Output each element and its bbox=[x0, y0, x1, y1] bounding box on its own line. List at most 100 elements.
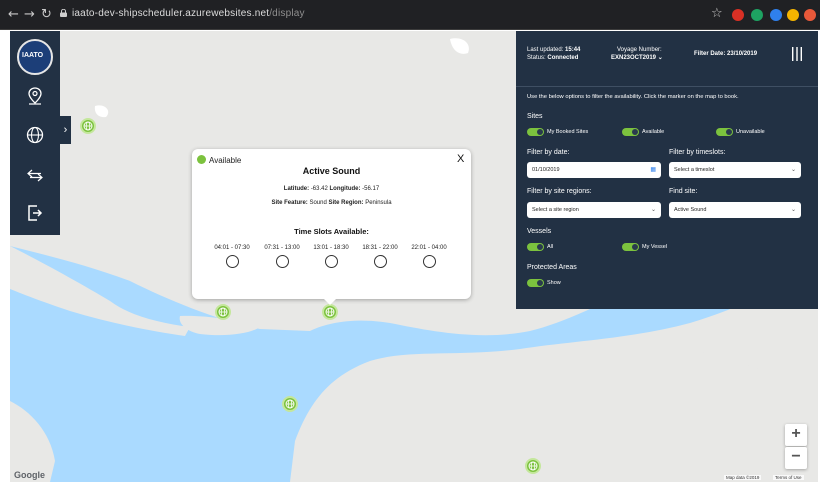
location-pin-icon[interactable] bbox=[24, 85, 46, 107]
site-marker[interactable] bbox=[80, 118, 96, 134]
url-host: iaato-dev-shipscheduler.azurewebsites.ne… bbox=[72, 8, 270, 19]
profile-avatar-icon[interactable] bbox=[787, 9, 799, 21]
coordinates-line: Latitude: -63.42 Longitude: -56.17 bbox=[192, 186, 471, 192]
zoom-out-button[interactable]: − bbox=[785, 447, 807, 469]
status-text: Available bbox=[209, 156, 242, 165]
all-vessels-label: All bbox=[547, 244, 554, 250]
extension-icon-orange[interactable] bbox=[804, 9, 816, 21]
timeslot-placeholder: Select a timeslot bbox=[674, 167, 715, 173]
address-bar[interactable]: iaato-dev-shipscheduler.azurewebsites.ne… bbox=[72, 8, 305, 19]
region-placeholder: Select a site region bbox=[532, 207, 579, 213]
forward-icon[interactable]: → bbox=[24, 7, 35, 23]
protected-areas-label: Show bbox=[547, 280, 561, 286]
unavailable-toggle[interactable] bbox=[716, 128, 733, 136]
extension-icon-red[interactable] bbox=[732, 9, 744, 21]
feature-line: Site Feature: Sound Site Region: Peninsu… bbox=[192, 200, 471, 206]
feature-label: Site Feature: bbox=[271, 200, 308, 206]
time-slot-label: 18:31 - 22:00 bbox=[362, 245, 398, 251]
my-booked-sites-toggle[interactable] bbox=[527, 128, 544, 136]
reload-icon[interactable]: ↻ bbox=[41, 7, 52, 23]
close-popup-button[interactable]: X bbox=[457, 153, 464, 165]
collapse-nav-button[interactable]: › bbox=[60, 116, 71, 144]
my-booked-sites-label: My Booked Sites bbox=[547, 129, 589, 135]
time-slot: 22:01 - 04:00 bbox=[405, 245, 453, 268]
vessels-heading: Vessels bbox=[527, 228, 552, 235]
globe-icon bbox=[528, 461, 538, 471]
site-marker[interactable] bbox=[525, 458, 541, 474]
time-slot-label: 22:01 - 04:00 bbox=[411, 245, 447, 251]
status-dot bbox=[197, 155, 206, 164]
google-logo: Google bbox=[14, 470, 45, 480]
chevron-down-icon: ⌄ bbox=[650, 207, 656, 213]
last-updated: Last updated: 15:44 bbox=[527, 46, 580, 54]
globe-icon bbox=[218, 307, 228, 317]
swap-arrows-icon[interactable] bbox=[24, 164, 46, 186]
time-slot-label: 07:31 - 13:00 bbox=[264, 245, 300, 251]
region-value: Peninsula bbox=[365, 200, 392, 206]
time-slot: 13:01 - 18:30 bbox=[307, 245, 355, 268]
voyage-select[interactable]: EXN23OCT2019 ⌄ bbox=[611, 54, 663, 62]
logo-text: IAATO bbox=[22, 52, 44, 59]
app-frame: ← → ↻ iaato-dev-shipscheduler.azurewebsi… bbox=[0, 0, 820, 482]
time-slot-radio[interactable] bbox=[422, 255, 436, 268]
menu-bars-icon[interactable] bbox=[791, 47, 803, 61]
last-updated-value: 15:44 bbox=[565, 47, 581, 53]
browser-toolbar: ← → ↻ iaato-dev-shipscheduler.azurewebsi… bbox=[0, 0, 820, 30]
region-label: Site Region: bbox=[328, 200, 364, 206]
filter-by-timeslots-label: Filter by timeslots: bbox=[669, 149, 726, 156]
extension-icon-green[interactable] bbox=[751, 9, 763, 21]
time-slot-radio[interactable] bbox=[225, 255, 239, 268]
voyage-number-label: Voyage Number: bbox=[617, 47, 662, 53]
date-input[interactable]: 01/10/2019 ▦ bbox=[527, 162, 661, 178]
filter-date: Filter Date: 23/10/2019 bbox=[694, 50, 757, 58]
calendar-icon[interactable]: ▦ bbox=[650, 162, 656, 178]
time-slot: 07:31 - 13:00 bbox=[258, 245, 306, 268]
filter-date-value: 23/10/2019 bbox=[727, 51, 758, 57]
my-vessel-label: My Vessel bbox=[642, 244, 668, 250]
globe-icon bbox=[285, 399, 295, 409]
time-slot-label: 04:01 - 07:30 bbox=[214, 245, 250, 251]
site-info-popup: Available X Active Sound Latitude: -63.4… bbox=[192, 149, 471, 305]
zoom-in-button[interactable]: + bbox=[785, 424, 807, 446]
chevron-down-icon: ⌄ bbox=[657, 55, 663, 61]
time-slot: 18:31 - 22:00 bbox=[356, 245, 404, 268]
feature-value: Sound bbox=[309, 200, 327, 206]
status-label: Status: bbox=[527, 55, 546, 61]
filter-panel: Last updated: 15:44 Status: Connected Vo… bbox=[516, 31, 818, 309]
bookmark-star-icon[interactable]: ☆ bbox=[711, 6, 723, 21]
site-marker[interactable] bbox=[282, 396, 298, 412]
protected-areas-heading: Protected Areas bbox=[527, 264, 577, 271]
time-slots-heading: Time Slots Available: bbox=[294, 227, 369, 236]
iaato-logo[interactable]: IAATO bbox=[17, 39, 53, 75]
chevron-down-icon: ⌄ bbox=[790, 207, 796, 213]
my-vessel-toggle[interactable] bbox=[622, 243, 639, 251]
sites-heading: Sites bbox=[527, 113, 543, 120]
globe-icon[interactable] bbox=[24, 124, 46, 146]
instructions: Use the below options to filter the avai… bbox=[527, 94, 739, 100]
available-toggle[interactable] bbox=[622, 128, 639, 136]
protected-areas-toggle[interactable] bbox=[527, 279, 544, 287]
voyage-number-value: EXN23OCT2019 bbox=[611, 55, 657, 61]
find-site-select[interactable]: Active Sound ⌄ bbox=[669, 202, 801, 218]
region-select[interactable]: Select a site region ⌄ bbox=[527, 202, 661, 218]
popup-pointer bbox=[323, 298, 337, 305]
timeslot-select[interactable]: Select a timeslot ⌄ bbox=[669, 162, 801, 178]
time-slot-radio[interactable] bbox=[275, 255, 289, 268]
all-vessels-toggle[interactable] bbox=[527, 243, 544, 251]
panel-header: Last updated: 15:44 Status: Connected Vo… bbox=[516, 31, 818, 87]
site-title: Active Sound bbox=[302, 166, 361, 176]
back-icon[interactable]: ← bbox=[8, 7, 19, 23]
extension-icon-blue[interactable] bbox=[770, 9, 782, 21]
available-label: Available bbox=[642, 129, 665, 135]
time-slot-radio[interactable] bbox=[373, 255, 387, 268]
terms-of-use-link[interactable]: Terms of Use bbox=[773, 475, 804, 480]
site-marker[interactable] bbox=[215, 304, 231, 320]
time-slot-radio[interactable] bbox=[324, 255, 338, 268]
status-value: Connected bbox=[547, 55, 579, 61]
logout-icon[interactable] bbox=[24, 202, 46, 224]
left-nav: IAATO bbox=[10, 31, 60, 235]
date-value: 01/10/2019 bbox=[532, 167, 560, 173]
longitude-value: -56.17 bbox=[362, 186, 380, 192]
filter-by-date-label: Filter by date: bbox=[527, 149, 570, 156]
site-marker-active-sound[interactable] bbox=[322, 304, 338, 320]
